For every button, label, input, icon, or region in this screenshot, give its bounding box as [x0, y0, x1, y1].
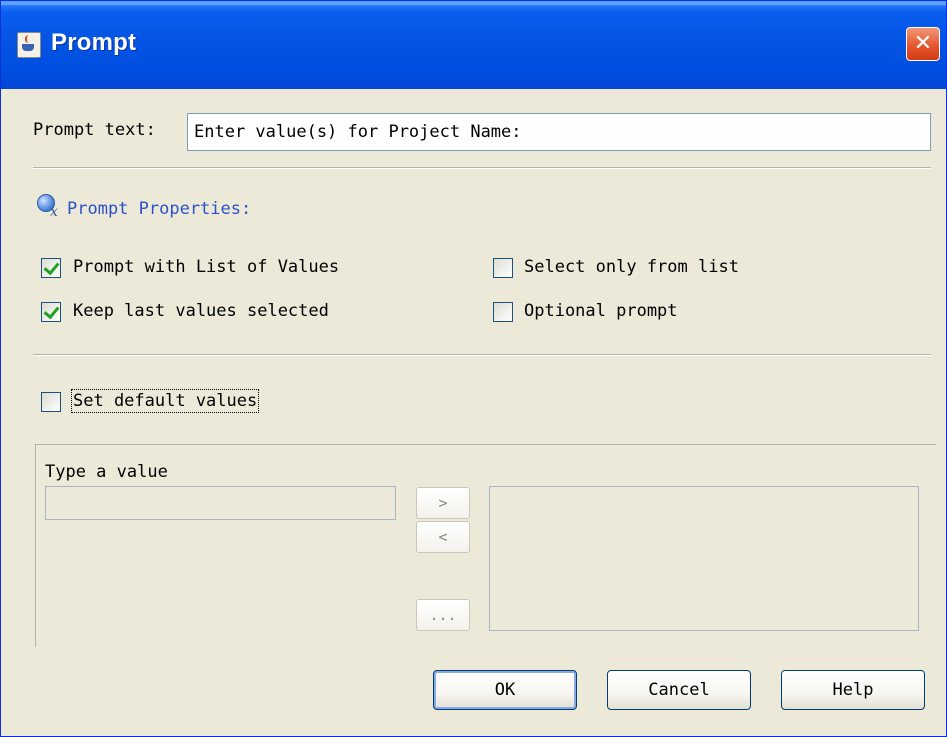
java-cup-body — [22, 44, 34, 51]
title-bar[interactable]: Prompt ✕ — [1, 1, 946, 89]
add-value-button[interactable]: > — [416, 487, 470, 519]
java-cup-steam — [25, 35, 32, 43]
set-default-values-checkbox[interactable] — [41, 392, 61, 412]
prompt-properties-title: Prompt Properties: — [67, 199, 252, 219]
default-values-list[interactable] — [489, 486, 919, 631]
keep-last-values-label[interactable]: Keep last values selected — [73, 301, 329, 321]
keep-last-values-checkbox[interactable] — [41, 302, 61, 322]
prompt-with-lov-checkbox[interactable] — [41, 258, 61, 278]
help-button[interactable]: Help — [781, 670, 925, 710]
type-value-input[interactable] — [45, 486, 396, 520]
separator-top — [33, 167, 931, 169]
close-button[interactable]: ✕ — [906, 27, 940, 61]
type-value-label: Type a value — [45, 462, 168, 482]
optional-prompt-checkbox[interactable] — [493, 302, 513, 322]
prompt-text-input[interactable]: Enter value(s) for Project Name: — [187, 113, 931, 151]
set-default-values-label[interactable]: Set default values — [70, 389, 260, 413]
prompt-dialog: Prompt ✕ Prompt text: Enter value(s) for… — [0, 0, 947, 737]
remove-value-button[interactable]: < — [416, 521, 470, 553]
prompt-with-lov-label[interactable]: Prompt with List of Values — [73, 257, 339, 277]
ok-button[interactable]: OK — [433, 670, 577, 710]
check-mark-icon — [43, 258, 60, 276]
separator-middle — [33, 354, 931, 356]
java-cup-icon — [17, 32, 41, 58]
optional-prompt-label[interactable]: Optional prompt — [524, 301, 678, 321]
select-only-from-list-checkbox[interactable] — [493, 258, 513, 278]
cancel-button[interactable]: Cancel — [607, 670, 751, 710]
check-mark-icon — [43, 302, 60, 320]
browse-values-button[interactable]: ... — [416, 599, 470, 631]
window-title: Prompt — [51, 29, 137, 56]
prompt-properties-icon: x — [37, 194, 63, 220]
select-only-from-list-label[interactable]: Select only from list — [524, 257, 739, 277]
prompt-properties-x: x — [50, 204, 58, 220]
prompt-text-label: Prompt text: — [33, 120, 156, 140]
title-bar-highlight — [1, 1, 946, 5]
